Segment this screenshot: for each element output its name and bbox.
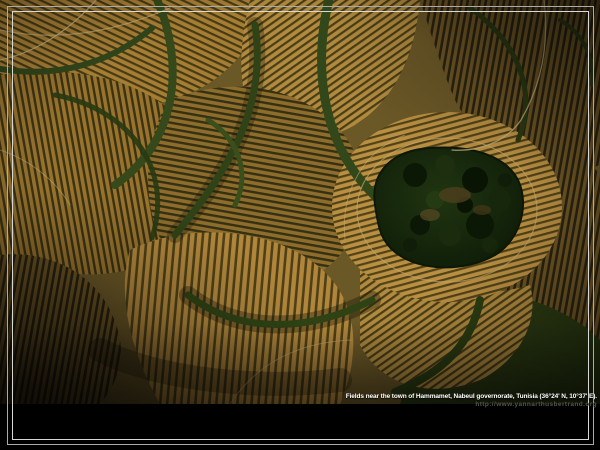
caption-location-text: Fields near the town of Hammamet, Nabeul… <box>37 393 597 400</box>
aerial-photo-illustration <box>0 0 600 404</box>
photo-caption: Fields near the town of Hammamet, Nabeul… <box>37 393 597 409</box>
wallpaper-canvas: Fields near the town of Hammamet, Nabeul… <box>0 0 600 450</box>
caption-credit-url: http://www.yannarthusbertrand.org <box>37 401 597 408</box>
aerial-photo-tunisia-fields <box>0 0 600 404</box>
